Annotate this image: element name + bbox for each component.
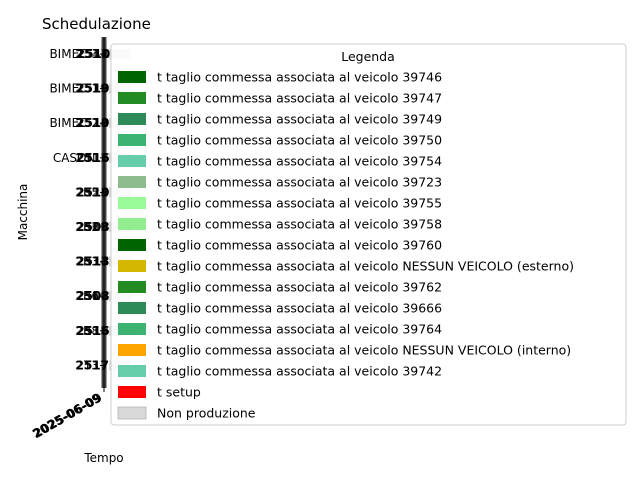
legend-entry: t taglio commessa associata al veicolo N… <box>157 259 574 274</box>
bar-label: 2517 <box>76 358 109 372</box>
legend-entry: t taglio commessa associata al veicolo 3… <box>157 280 442 295</box>
legend-entry: t taglio commessa associata al veicolo 3… <box>157 133 442 148</box>
legend-entry: t taglio commessa associata al veicolo 3… <box>157 154 442 169</box>
legend-swatch <box>118 260 146 272</box>
bar-label: 2508 <box>76 289 109 303</box>
bar-label: 2513 <box>76 255 109 269</box>
bar-label: 2519 <box>76 116 109 130</box>
y-axis-label: Macchina <box>16 184 30 241</box>
x-axis-label: Tempo <box>83 451 123 465</box>
bar-label: 2516 <box>76 151 109 165</box>
bar-label: 2508 <box>76 220 109 234</box>
legend-title: Legenda <box>341 49 395 64</box>
legend-swatch <box>118 71 146 83</box>
legend-entry: t taglio commessa associata al veicolo 3… <box>157 91 442 106</box>
legend-swatch <box>118 113 146 125</box>
x-tick-label: 2025-06-09 <box>31 390 104 441</box>
legend-entry: t setup <box>157 385 201 400</box>
legend-swatch <box>118 155 146 167</box>
legend-swatch <box>118 344 146 356</box>
chart-root: Schedulazione Macchina Tempo BIMEC 3 BIME… <box>0 0 640 480</box>
legend-swatch <box>118 365 146 377</box>
legend-swatch <box>118 92 146 104</box>
legend-swatch <box>118 134 146 146</box>
bar-label: 2519 <box>76 82 109 96</box>
legend-entry: t taglio commessa associata al veicolo 3… <box>157 175 442 190</box>
legend-swatch <box>118 197 146 209</box>
legend: Legenda t taglio commessa associata al ve… <box>110 43 627 426</box>
legend-entry: t taglio commessa associata al veicolo N… <box>157 343 571 358</box>
legend-entry: t taglio commessa associata al veicolo 3… <box>157 301 442 316</box>
bar-label: 2516 <box>76 324 109 338</box>
legend-swatch <box>118 176 146 188</box>
legend-swatch <box>118 239 146 251</box>
chart-title: Schedulazione <box>42 15 151 33</box>
legend-entry: Non produzione <box>157 406 256 421</box>
bar-label: 2510 <box>77 47 110 61</box>
legend-swatch <box>118 386 146 398</box>
legend-entry: t taglio commessa associata al veicolo 3… <box>157 217 442 232</box>
legend-entry: t taglio commessa associata al veicolo 3… <box>157 364 442 379</box>
legend-entry: t taglio commessa associata al veicolo 3… <box>157 70 442 85</box>
legend-entry: t taglio commessa associata al veicolo 3… <box>157 238 442 253</box>
legend-entry: t taglio commessa associata al veicolo 3… <box>157 196 442 211</box>
legend-swatch <box>118 281 146 293</box>
legend-swatch <box>118 302 146 314</box>
gantt-chart: Schedulazione Macchina Tempo BIMEC 3BIME… <box>16 15 627 465</box>
bar-label: 2519 <box>76 185 109 199</box>
legend-swatch <box>117 406 147 420</box>
legend-entry: t taglio commessa associata al veicolo 3… <box>157 322 442 337</box>
legend-swatch <box>118 323 146 335</box>
legend-entry: t taglio commessa associata al veicolo 3… <box>157 112 442 127</box>
legend-swatch <box>118 218 146 230</box>
